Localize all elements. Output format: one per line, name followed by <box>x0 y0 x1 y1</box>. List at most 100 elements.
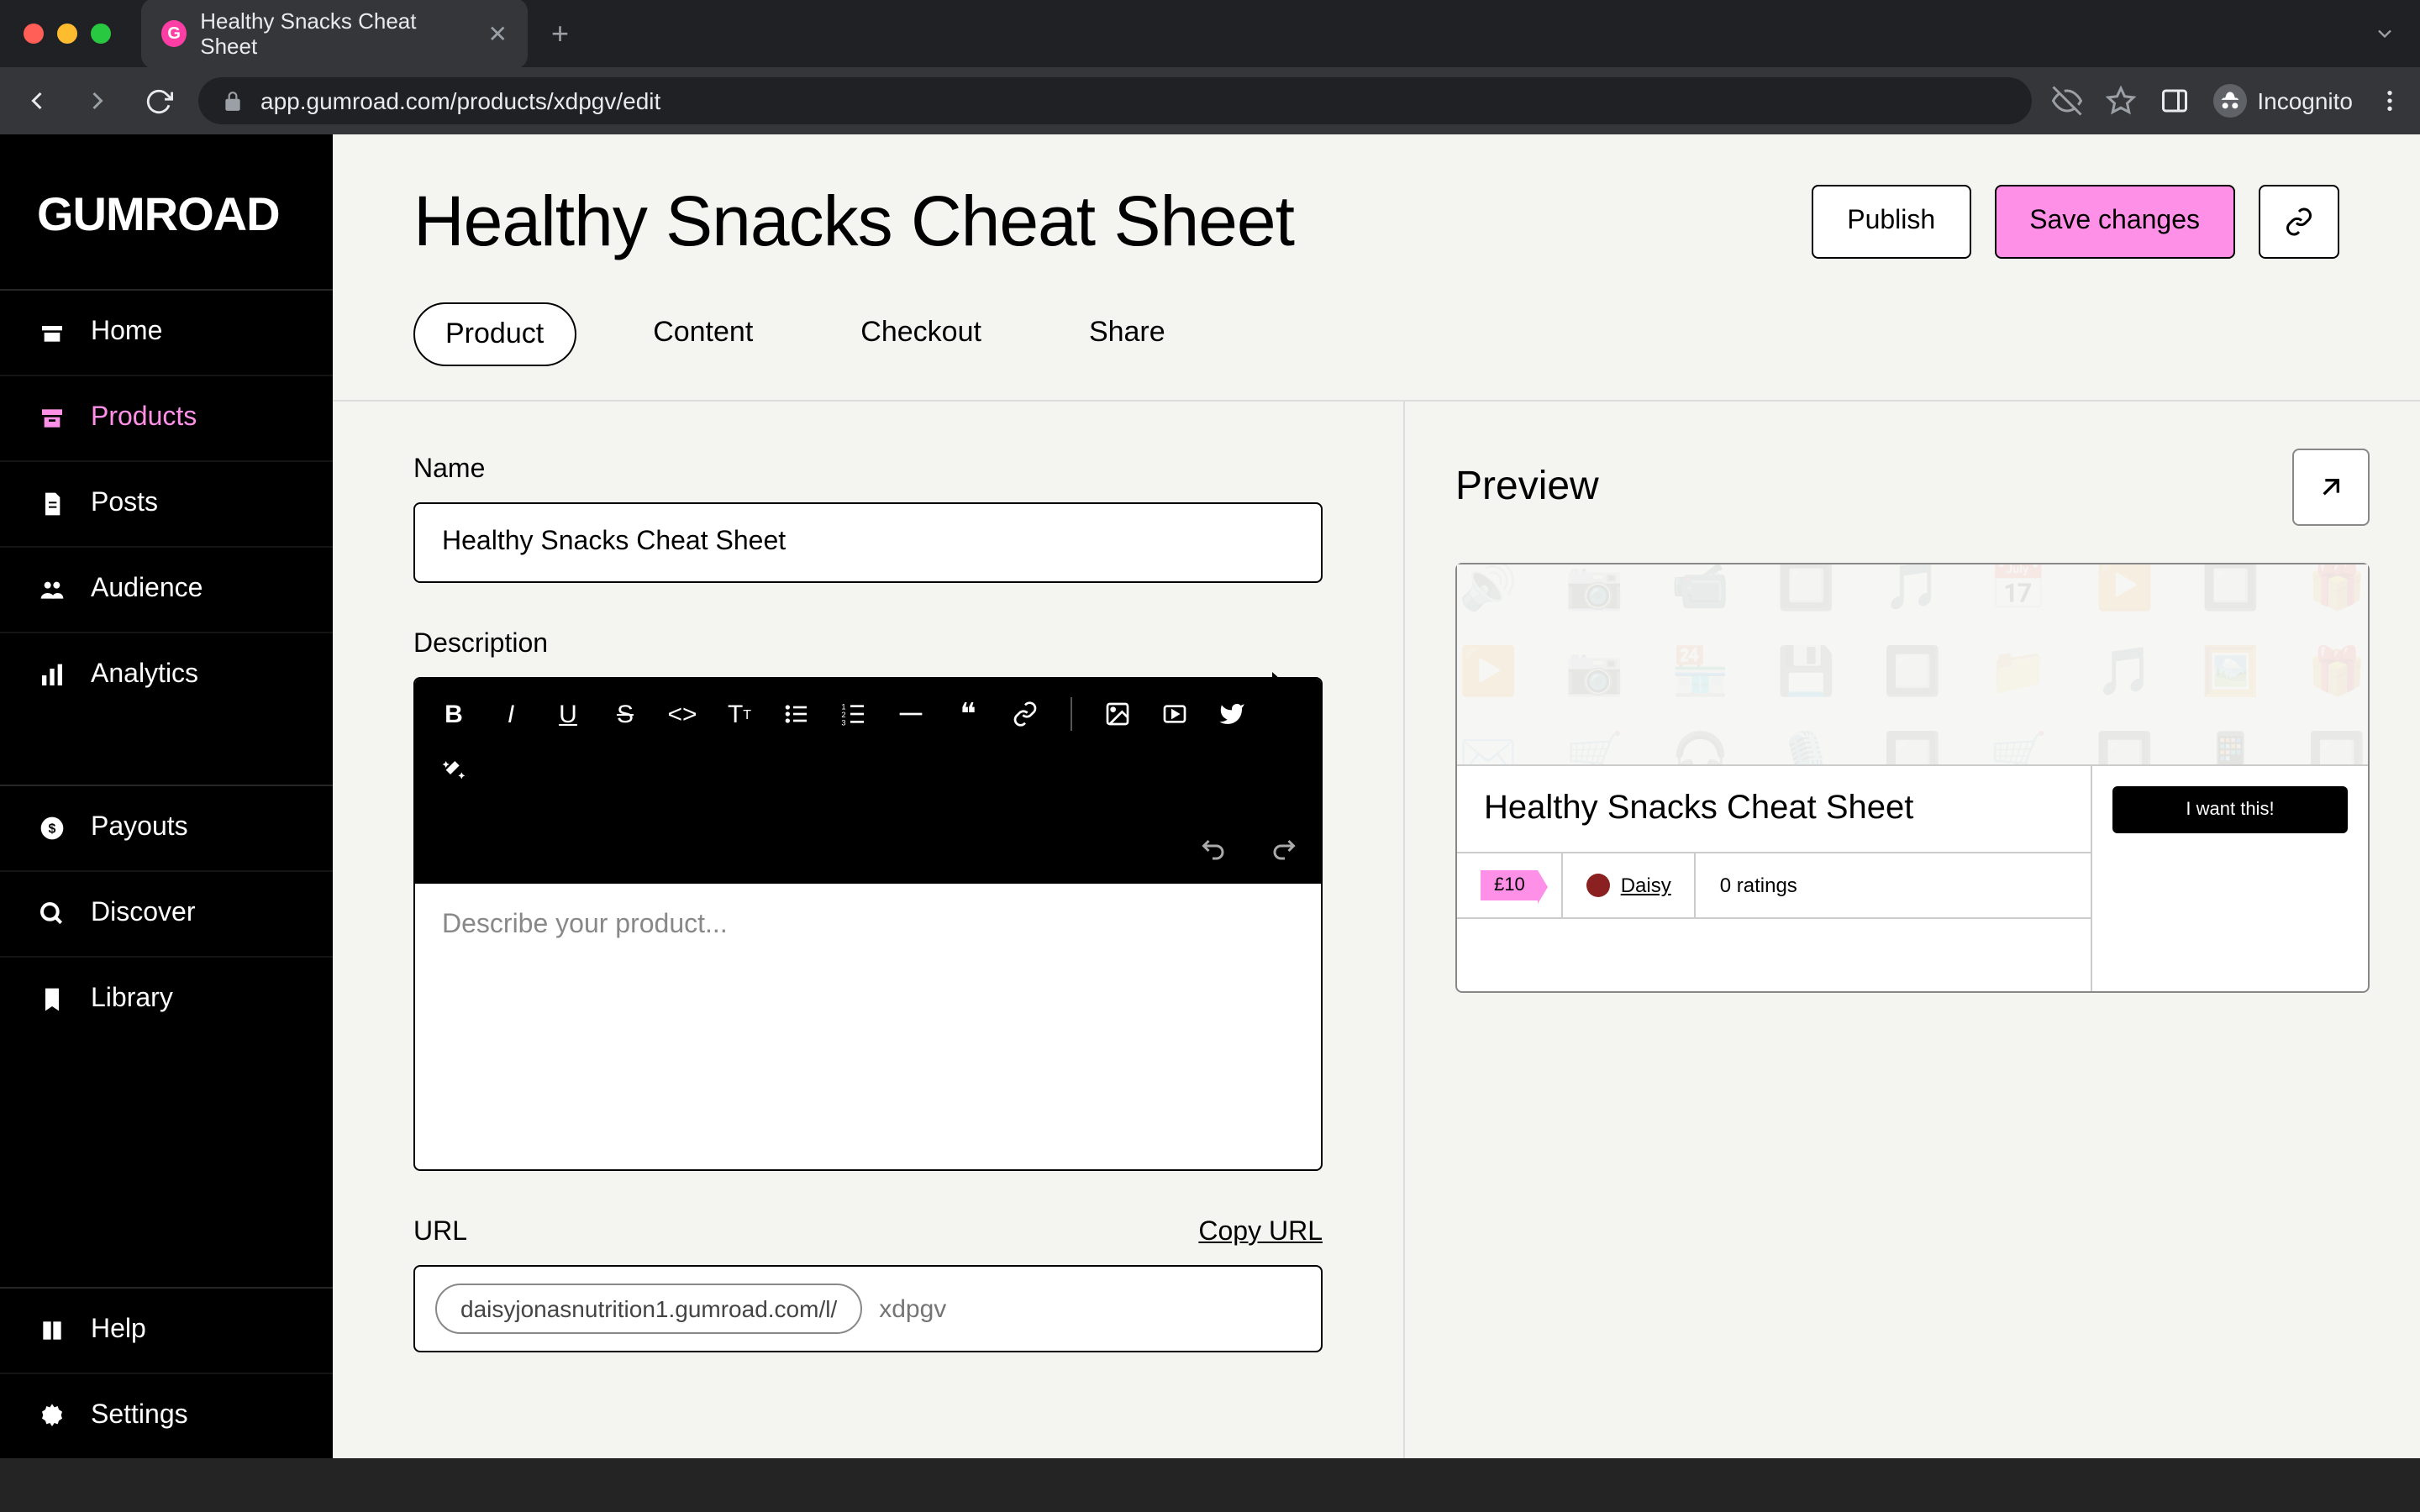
price-tag: £10 <box>1481 870 1539 900</box>
page-header: Healthy Snacks Cheat Sheet Publish Save … <box>333 134 2420 366</box>
browser-tab[interactable]: G Healthy Snacks Cheat Sheet ✕ <box>141 0 528 69</box>
url-slug-input[interactable] <box>879 1294 1301 1323</box>
product-tabs: Product Content Checkout Share <box>413 302 2339 366</box>
strike-icon[interactable]: S <box>607 696 644 732</box>
new-tab-button[interactable]: + <box>541 16 579 51</box>
sidebar-item-audience[interactable]: Audience <box>0 546 333 632</box>
dollar-icon: $ <box>37 813 67 843</box>
ordered-list-icon[interactable]: 123 <box>835 696 872 732</box>
close-window-button[interactable] <box>24 24 44 44</box>
gear-icon <box>37 1401 67 1431</box>
publish-button[interactable]: Publish <box>1812 185 1970 259</box>
sidebar-item-label: Posts <box>91 489 158 519</box>
sidebar-item-library[interactable]: Library <box>0 956 333 1042</box>
fullscreen-window-button[interactable] <box>91 24 111 44</box>
reload-button[interactable] <box>138 81 178 121</box>
preview-author[interactable]: Daisy <box>1564 853 1697 917</box>
image-icon[interactable] <box>1099 696 1136 732</box>
side-panel-icon[interactable] <box>2160 86 2190 116</box>
forward-button[interactable] <box>77 81 118 121</box>
bullet-list-icon[interactable] <box>778 696 815 732</box>
underline-icon[interactable]: U <box>550 696 587 732</box>
minimize-window-button[interactable] <box>57 24 77 44</box>
close-tab-icon[interactable]: ✕ <box>488 19 508 48</box>
i-want-this-button[interactable]: I want this! <box>2112 786 2348 833</box>
sidebar-item-label: Library <box>91 984 173 1015</box>
preview-card-title: Healthy Snacks Cheat Sheet <box>1457 766 2091 853</box>
sidebar-item-home[interactable]: Home <box>0 289 333 375</box>
eye-off-icon[interactable] <box>2052 86 2082 116</box>
sidebar-item-label: Discover <box>91 899 195 929</box>
tab-content[interactable]: Content <box>623 302 783 366</box>
rich-text-editor: B I U S <> TT 123 ❝ <box>413 677 1323 1171</box>
code-icon[interactable]: <> <box>664 696 701 732</box>
url-prefix-chip: daisyjonasnutrition1.gumroad.com/l/ <box>435 1284 862 1334</box>
sidebar-item-label: Products <box>91 403 197 433</box>
sidebar-item-label: Analytics <box>91 660 198 690</box>
bold-icon[interactable]: B <box>435 696 472 732</box>
back-button[interactable] <box>17 81 57 121</box>
sidebar-item-posts[interactable]: Posts <box>0 460 333 546</box>
name-input[interactable] <box>413 502 1323 583</box>
sidebar-item-discover[interactable]: Discover <box>0 870 333 956</box>
link-inline-icon[interactable] <box>1007 696 1044 732</box>
undo-icon[interactable] <box>1197 830 1234 867</box>
embed-icon[interactable] <box>1156 696 1193 732</box>
tab-checkout[interactable]: Checkout <box>830 302 1012 366</box>
form-panel[interactable]: Name Description B I U S <> TT <box>333 402 1405 1458</box>
twitter-icon[interactable] <box>1213 696 1250 732</box>
window-controls <box>24 24 111 44</box>
copy-link-button[interactable] <box>2259 185 2339 259</box>
preview-ratings: 0 ratings <box>1697 853 1821 917</box>
tabs-menu-icon[interactable] <box>2373 22 2396 45</box>
preview-heading: Preview <box>1455 464 1599 511</box>
open-preview-button[interactable] <box>2292 449 2370 526</box>
name-label: Name <box>413 455 1323 486</box>
copy-url-link[interactable]: Copy URL <box>1198 1218 1323 1248</box>
save-changes-button[interactable]: Save changes <box>1994 185 2235 259</box>
incognito-label: Incognito <box>2257 87 2353 114</box>
link-icon <box>2284 207 2314 237</box>
tab-share[interactable]: Share <box>1059 302 1196 366</box>
sidebar-item-label: Audience <box>91 575 203 605</box>
sidebar-item-label: Help <box>91 1315 146 1346</box>
search-icon <box>37 899 67 929</box>
page-title: Healthy Snacks Cheat Sheet <box>413 181 1294 262</box>
book-icon <box>37 1315 67 1346</box>
external-link-icon <box>2314 470 2348 504</box>
italic-icon[interactable]: I <box>492 696 529 732</box>
heading-icon[interactable]: TT <box>721 696 758 732</box>
sidebar-item-settings[interactable]: Settings <box>0 1373 333 1458</box>
incognito-icon <box>2213 84 2247 118</box>
sidebar-item-analytics[interactable]: Analytics <box>0 632 333 717</box>
sidebar-item-label: Home <box>91 318 162 348</box>
hr-icon[interactable] <box>892 696 929 732</box>
chart-icon <box>37 660 67 690</box>
sidebar-item-payouts[interactable]: $ Payouts <box>0 785 333 870</box>
sidebar-item-help[interactable]: Help <box>0 1287 333 1373</box>
description-textarea[interactable]: Describe your product... <box>415 884 1321 1169</box>
url-input[interactable]: daisyjonasnutrition1.gumroad.com/l/ <box>413 1265 1323 1352</box>
sidebar-item-products[interactable]: Products <box>0 375 333 460</box>
redo-icon[interactable] <box>1264 830 1301 867</box>
logo-text: GUMROAD <box>37 188 296 242</box>
titlebar: G Healthy Snacks Cheat Sheet ✕ + <box>0 0 2420 67</box>
description-label: Description <box>413 630 1323 660</box>
logo[interactable]: GUMROAD <box>0 134 333 289</box>
magic-icon[interactable] <box>435 753 472 790</box>
address-bar[interactable]: app.gumroad.com/products/xdpgv/edit <box>198 77 2032 124</box>
bookmark-star-icon[interactable] <box>2106 86 2136 116</box>
preview-description-area <box>1457 917 2091 991</box>
users-icon <box>37 575 67 605</box>
preview-cover: 🔊📷📹🔲🎵📅▶️🔲🎁 ▶️📷🏪💾🔲📁🎵🖼️🎁 ✉️🛒🎧🎙️🔲🛒🔲📱🔲 <box>1457 564 2368 766</box>
browser-toolbar: app.gumroad.com/products/xdpgv/edit Inco… <box>0 67 2420 134</box>
quote-icon[interactable]: ❝ <box>950 696 986 732</box>
tab-product[interactable]: Product <box>413 302 576 366</box>
app-root: GUMROAD Home Products Posts Audience Ana… <box>0 134 2420 1458</box>
rte-toolbar: B I U S <> TT 123 ❝ <box>415 679 1321 884</box>
svg-text:3: 3 <box>841 718 845 727</box>
kebab-menu-icon[interactable] <box>2376 87 2403 114</box>
incognito-indicator[interactable]: Incognito <box>2213 84 2353 118</box>
svg-text:$: $ <box>49 822 56 836</box>
home-icon <box>37 318 67 348</box>
